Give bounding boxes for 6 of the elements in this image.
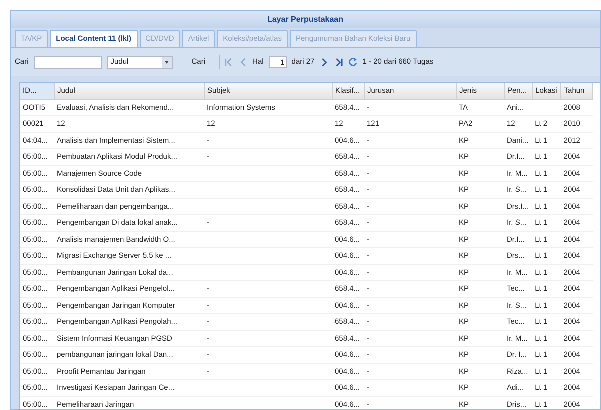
last-page-icon[interactable]: [334, 58, 343, 66]
dropdown-icon: [162, 56, 172, 68]
next-page-icon[interactable]: [320, 58, 329, 66]
refresh-icon[interactable]: [348, 57, 358, 67]
search-field[interactable]: [34, 56, 102, 68]
window-title: Layar Perpustakaan: [11, 11, 600, 28]
